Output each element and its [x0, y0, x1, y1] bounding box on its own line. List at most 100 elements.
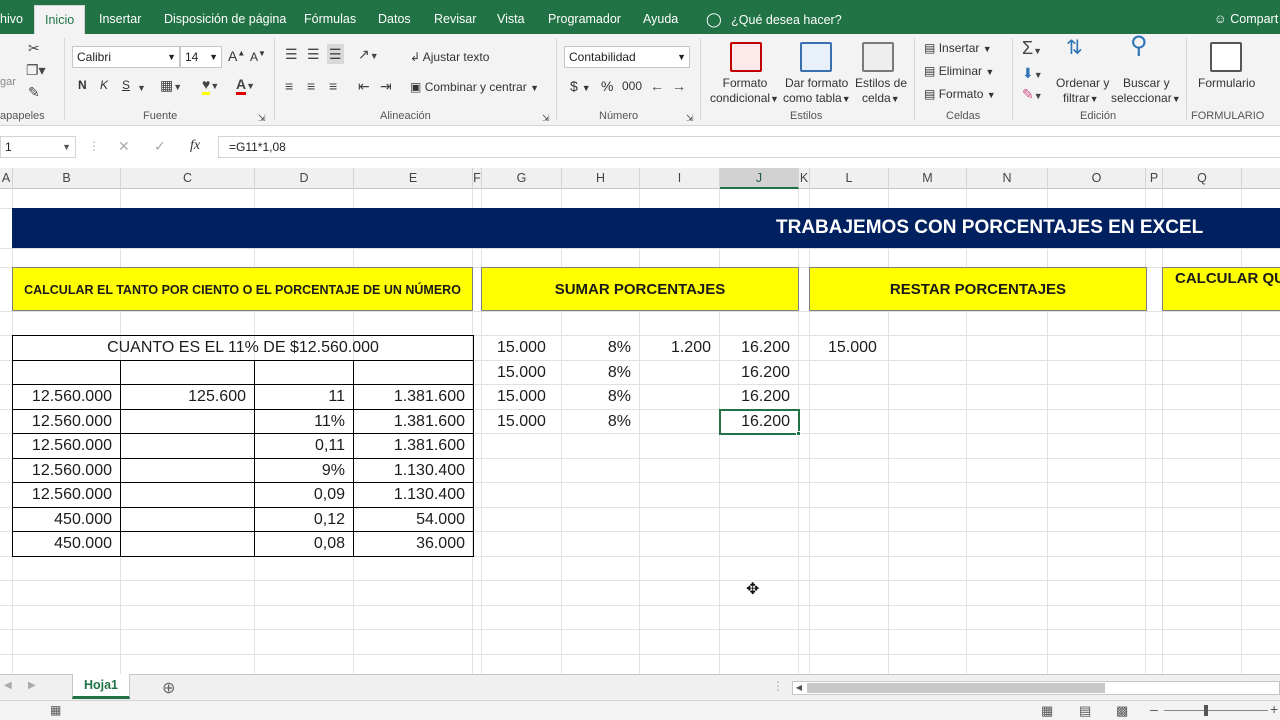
- fill-color-icon[interactable]: ♥▼: [202, 76, 219, 95]
- conditional-format-icon[interactable]: [730, 42, 762, 72]
- table2-cell[interactable]: 15.000: [495, 336, 561, 360]
- table1-cell[interactable]: 36.000: [354, 532, 473, 556]
- new-sheet-icon[interactable]: ⊕: [162, 678, 175, 698]
- column-header-o[interactable]: O: [1048, 168, 1146, 189]
- horizontal-scrollbar[interactable]: ◀: [792, 681, 1280, 695]
- column-header-a[interactable]: A: [0, 168, 13, 189]
- search-icon[interactable]: ⚲: [1130, 34, 1148, 58]
- table2-cell[interactable]: 1.200: [640, 336, 719, 360]
- decrease-indent-icon[interactable]: ⇤: [358, 78, 370, 94]
- sheet-tab-hoja1[interactable]: Hoja1: [72, 674, 130, 699]
- conditional-format-label-1[interactable]: Formato: [722, 76, 768, 90]
- column-header-h[interactable]: H: [562, 168, 640, 189]
- font-name-select[interactable]: Calibri ▼: [72, 46, 180, 68]
- table1-cell[interactable]: 54.000: [354, 508, 473, 532]
- zoom-in-icon[interactable]: +: [1270, 701, 1278, 717]
- table1-cell[interactable]: 11: [255, 385, 353, 409]
- section-header-add-percent[interactable]: SUMAR PORCENTAJES: [481, 267, 799, 311]
- page-layout-view-icon[interactable]: ▤: [1079, 703, 1091, 719]
- column-header-n[interactable]: N: [967, 168, 1048, 189]
- page-break-view-icon[interactable]: ▩: [1116, 703, 1128, 719]
- increase-decimal-icon[interactable]: ←​: [650, 78, 664, 94]
- insert-cells-button[interactable]: ▤ Insertar ▼: [924, 41, 992, 55]
- autosum-icon[interactable]: Σ▼: [1022, 39, 1042, 59]
- format-painter-icon[interactable]: ✎: [28, 84, 40, 100]
- format-as-table-button[interactable]: como tabla▼: [783, 91, 851, 105]
- delete-cells-button[interactable]: ▤ Eliminar ▼: [924, 64, 994, 78]
- format-as-table-label-1[interactable]: Dar formato: [785, 76, 848, 90]
- dialog-launcher-icon[interactable]: ⇲: [258, 110, 266, 126]
- format-as-table-icon[interactable]: [800, 42, 832, 72]
- table1-cell[interactable]: 0,12: [255, 508, 353, 532]
- cut-icon[interactable]: ✂: [28, 40, 40, 56]
- clear-icon[interactable]: ✎▼: [1022, 86, 1043, 104]
- borders-icon[interactable]: ▦▼: [160, 77, 182, 95]
- dialog-launcher-icon[interactable]: ⇲: [686, 110, 694, 126]
- table1-cell[interactable]: 12.560.000: [13, 385, 120, 409]
- italic-button[interactable]: K: [100, 78, 108, 92]
- merge-center-button[interactable]: ▣ Combinar y centrar ▼: [410, 80, 539, 94]
- table1-cell[interactable]: 1.130.400: [354, 483, 473, 507]
- tab-ayuda[interactable]: Ayuda: [643, 0, 678, 34]
- column-header-k[interactable]: K: [799, 168, 810, 189]
- tab-archivo[interactable]: hivo: [0, 0, 23, 34]
- orientation-icon[interactable]: ↗▼: [358, 46, 379, 64]
- tab-insertar[interactable]: Insertar: [99, 0, 141, 34]
- align-right-icon[interactable]: ≡: [329, 78, 337, 94]
- macro-record-icon[interactable]: ▦: [50, 703, 61, 717]
- scroll-left-icon[interactable]: ◀: [4, 680, 12, 691]
- zoom-slider[interactable]: [1164, 705, 1268, 716]
- find-select-button[interactable]: seleccionar▼: [1111, 91, 1181, 105]
- format-cells-button[interactable]: ▤ Formato ▼: [924, 87, 996, 101]
- column-header-l[interactable]: L: [810, 168, 889, 189]
- cancel-icon[interactable]: ✕: [118, 138, 130, 155]
- table1-cell[interactable]: 450.000: [13, 508, 120, 532]
- currency-button[interactable]: $ ▼: [570, 78, 591, 94]
- table2-cell[interactable]: 16.200: [720, 361, 798, 385]
- column-header-b[interactable]: B: [13, 168, 121, 189]
- sort-filter-icon[interactable]: ⇅: [1066, 38, 1083, 58]
- tab-vista[interactable]: Vista: [497, 0, 525, 34]
- zoom-slider-thumb[interactable]: [1204, 705, 1208, 716]
- share-button[interactable]: ☺ Compart: [1214, 0, 1278, 34]
- column-header-e[interactable]: E: [354, 168, 473, 189]
- form-icon[interactable]: [1210, 42, 1242, 72]
- fill-handle[interactable]: [796, 431, 801, 436]
- column-header-i[interactable]: I: [640, 168, 720, 189]
- table1-cell[interactable]: 1.381.600: [354, 434, 473, 458]
- table1-cell[interactable]: 12.560.000: [13, 459, 120, 483]
- table1-title[interactable]: CUANTO ES EL 11% DE $12.560.000: [13, 336, 473, 360]
- thousands-button[interactable]: 000: [622, 79, 642, 93]
- align-bottom-icon[interactable]: ☰: [327, 44, 344, 64]
- worksheet-grid[interactable]: TRABAJEMOS CON PORCENTAJES EN EXCEL CALC…: [0, 189, 1280, 674]
- form-button[interactable]: Formulario: [1198, 76, 1255, 90]
- splitter-icon[interactable]: ⋮: [772, 679, 784, 693]
- table1-cell[interactable]: 1.381.600: [354, 385, 473, 409]
- increase-indent-icon[interactable]: ⇥: [380, 78, 392, 94]
- tell-me-box[interactable]: ◯ ¿Qué desea hacer?: [706, 0, 842, 34]
- table2-cell[interactable]: 15.000: [495, 410, 561, 434]
- grow-font-button[interactable]: A▲: [228, 48, 245, 64]
- table2-cell[interactable]: 8%: [562, 361, 639, 385]
- paste-label[interactable]: gar: [0, 76, 16, 88]
- conditional-format-button[interactable]: condicional▼: [710, 91, 779, 105]
- table1-cell[interactable]: 12.560.000: [13, 410, 120, 434]
- table1-cell[interactable]: 0,11: [255, 434, 353, 458]
- table1-cell[interactable]: 0,09: [255, 483, 353, 507]
- table1-cell[interactable]: 1.130.400: [354, 459, 473, 483]
- name-box[interactable]: 1 ▼: [0, 136, 76, 158]
- table1-cell[interactable]: 450.000: [13, 532, 120, 556]
- column-header-j[interactable]: J: [720, 168, 799, 189]
- font-color-icon[interactable]: A▼: [236, 76, 255, 95]
- cell-styles-icon[interactable]: [862, 42, 894, 72]
- fill-icon[interactable]: ⬇▼: [1022, 65, 1043, 83]
- table1-cell[interactable]: 125.600: [121, 385, 254, 409]
- table2-cell[interactable]: 16.200: [720, 336, 798, 360]
- tab-programador[interactable]: Programador: [548, 0, 621, 34]
- column-header-c[interactable]: C: [121, 168, 255, 189]
- tab-datos[interactable]: Datos: [378, 0, 411, 34]
- column-header-p[interactable]: P: [1146, 168, 1163, 189]
- table1-cell[interactable]: 1.381.600: [354, 410, 473, 434]
- insert-function-button[interactable]: fx: [190, 138, 200, 154]
- align-center-icon[interactable]: ≡: [307, 78, 315, 94]
